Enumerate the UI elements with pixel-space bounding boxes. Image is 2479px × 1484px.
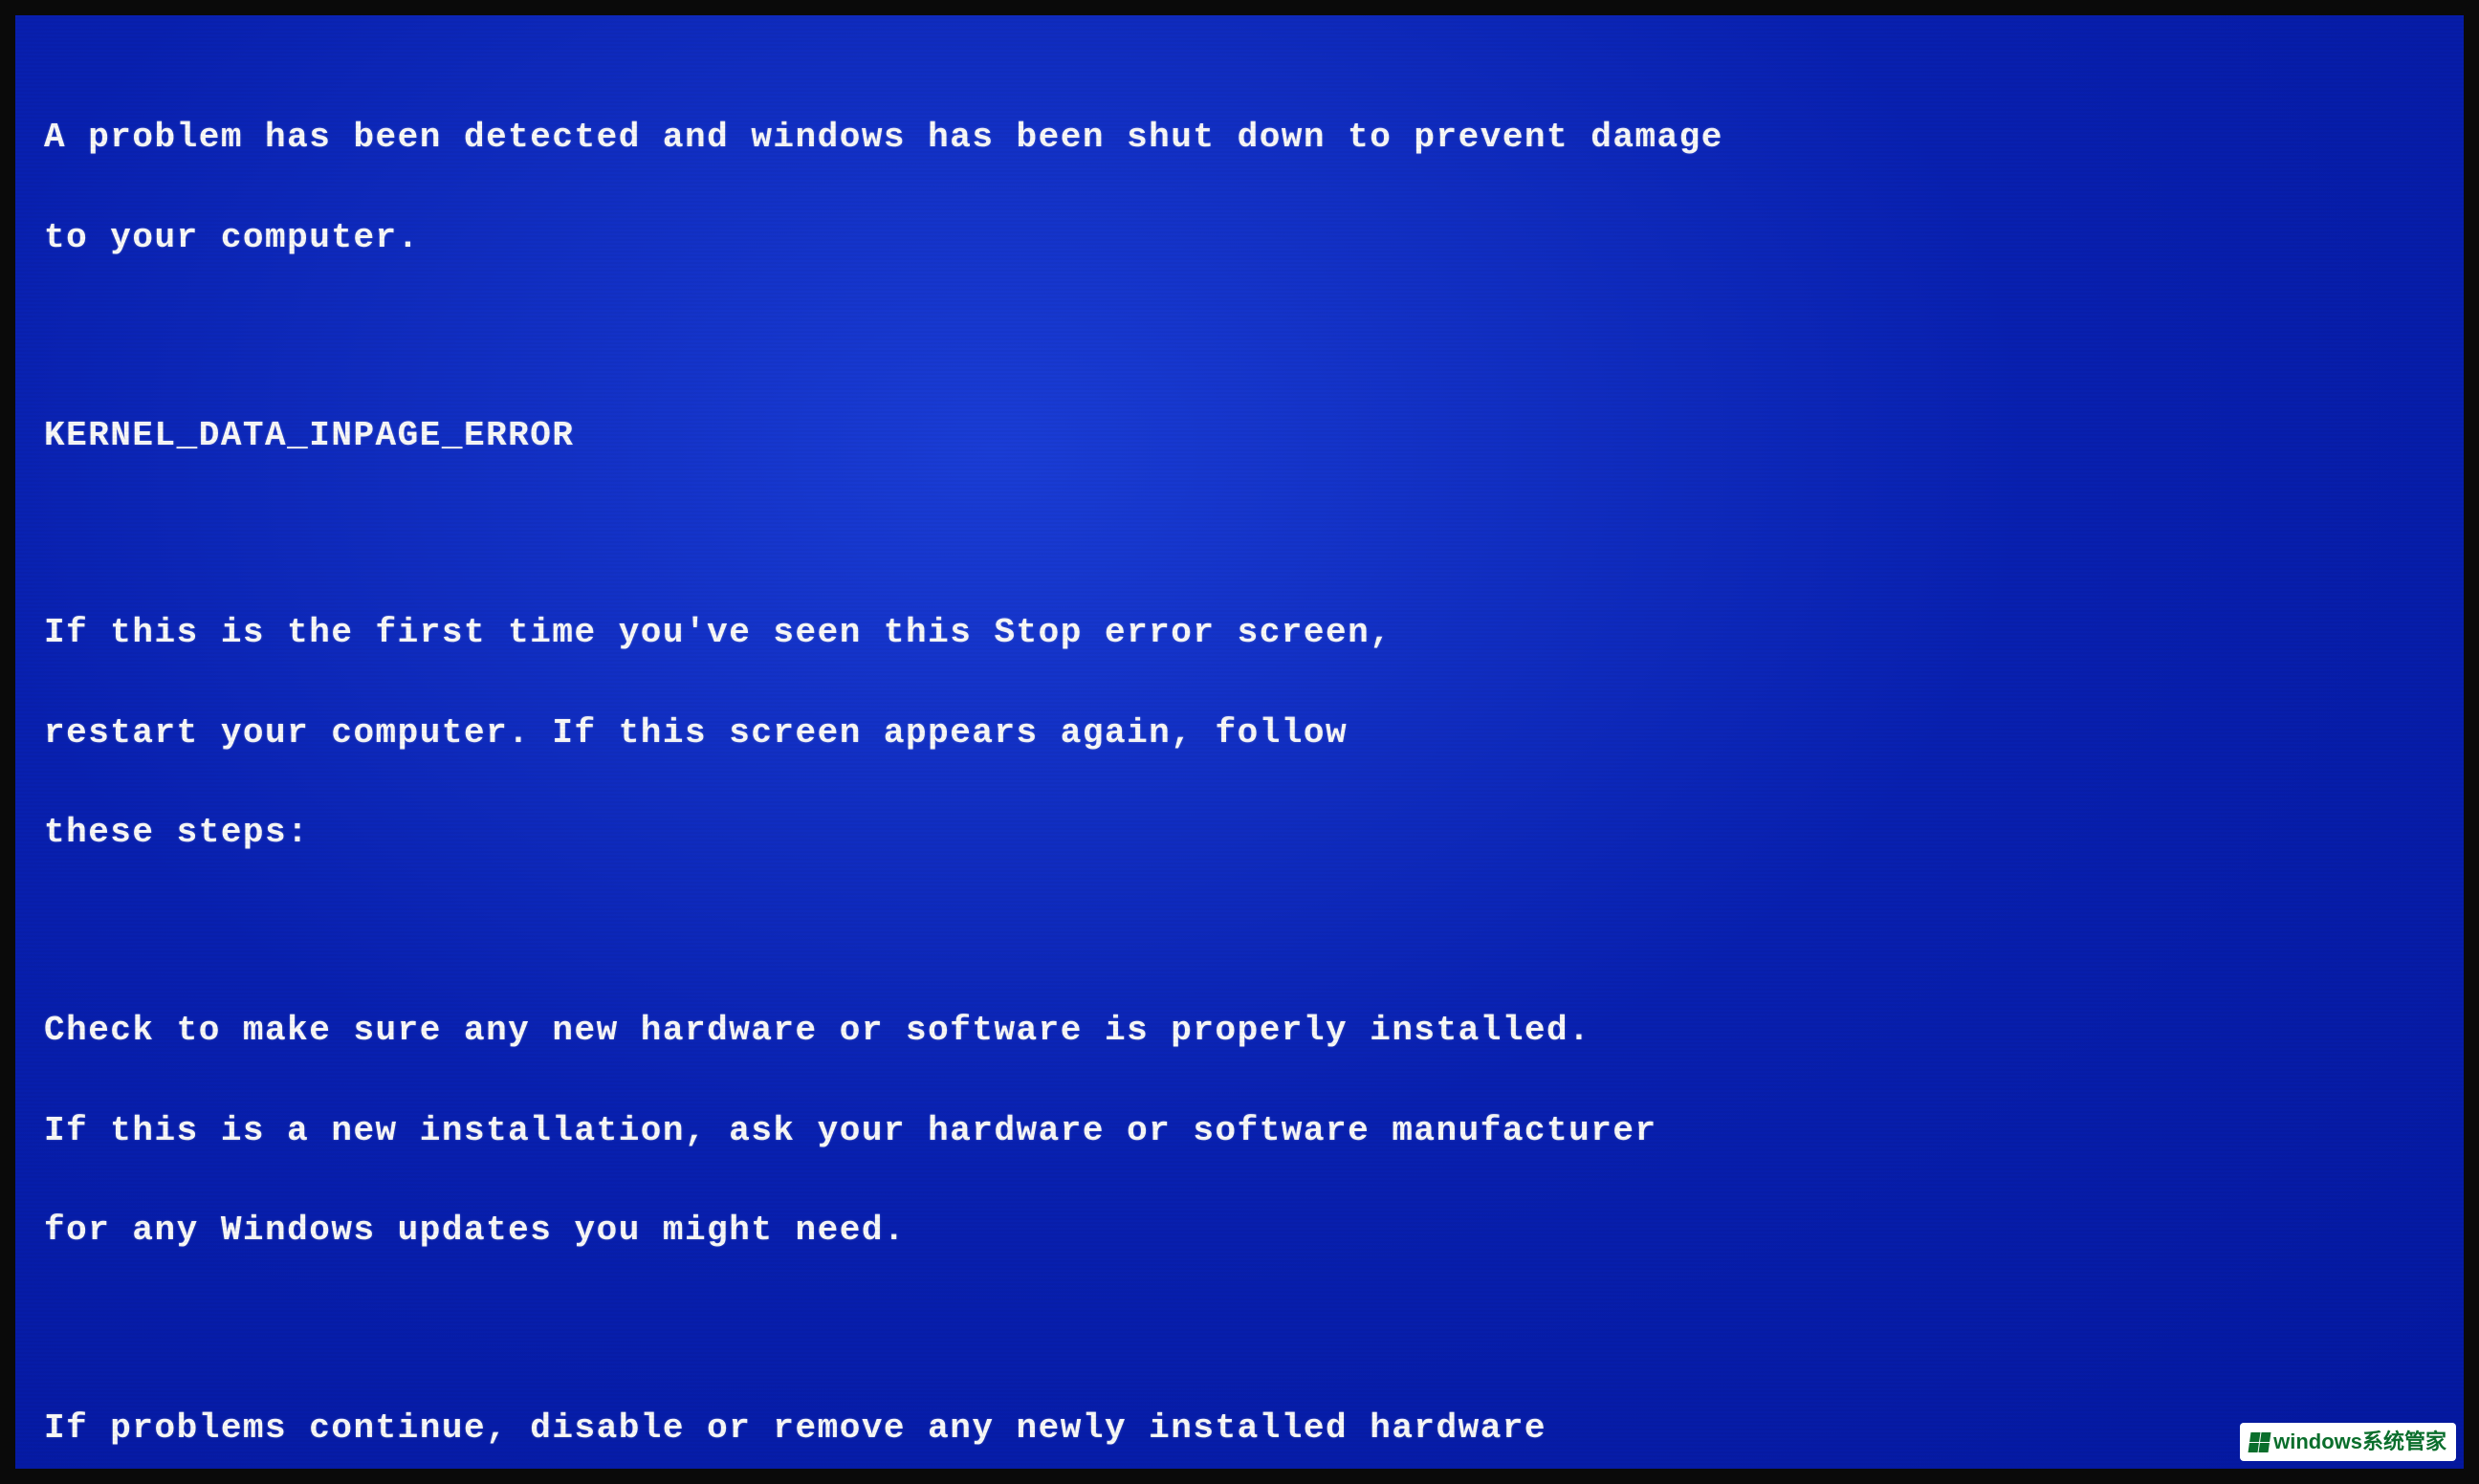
bsod-error-name: KERNEL_DATA_INPAGE_ERROR xyxy=(44,411,2435,461)
bsod-screen: A problem has been detected and windows … xyxy=(15,15,2464,1469)
bsod-intro-line: A problem has been detected and windows … xyxy=(44,113,2435,163)
bsod-check-line: Check to make sure any new hardware or s… xyxy=(44,1006,2435,1056)
windows-icon xyxy=(2249,1432,2271,1452)
watermark-badge: windows系统管家 xyxy=(2240,1423,2456,1461)
bsod-first-time-line: If this is the first time you've seen th… xyxy=(44,608,2435,658)
bsod-check-line: for any Windows updates you might need. xyxy=(44,1206,2435,1255)
bsod-first-time-line: restart your computer. If this screen ap… xyxy=(44,709,2435,758)
blank-line xyxy=(44,313,2435,360)
watermark-text: windows系统管家 xyxy=(2273,1427,2446,1457)
bsod-check-line: If this is a new installation, ask your … xyxy=(44,1106,2435,1156)
bsod-intro-line: to your computer. xyxy=(44,213,2435,263)
blank-line xyxy=(44,511,2435,558)
bsod-problems-line: If problems continue, disable or remove … xyxy=(44,1404,2435,1453)
bsod-first-time-line: these steps: xyxy=(44,808,2435,858)
blank-line xyxy=(44,1305,2435,1353)
blank-line xyxy=(44,908,2435,956)
